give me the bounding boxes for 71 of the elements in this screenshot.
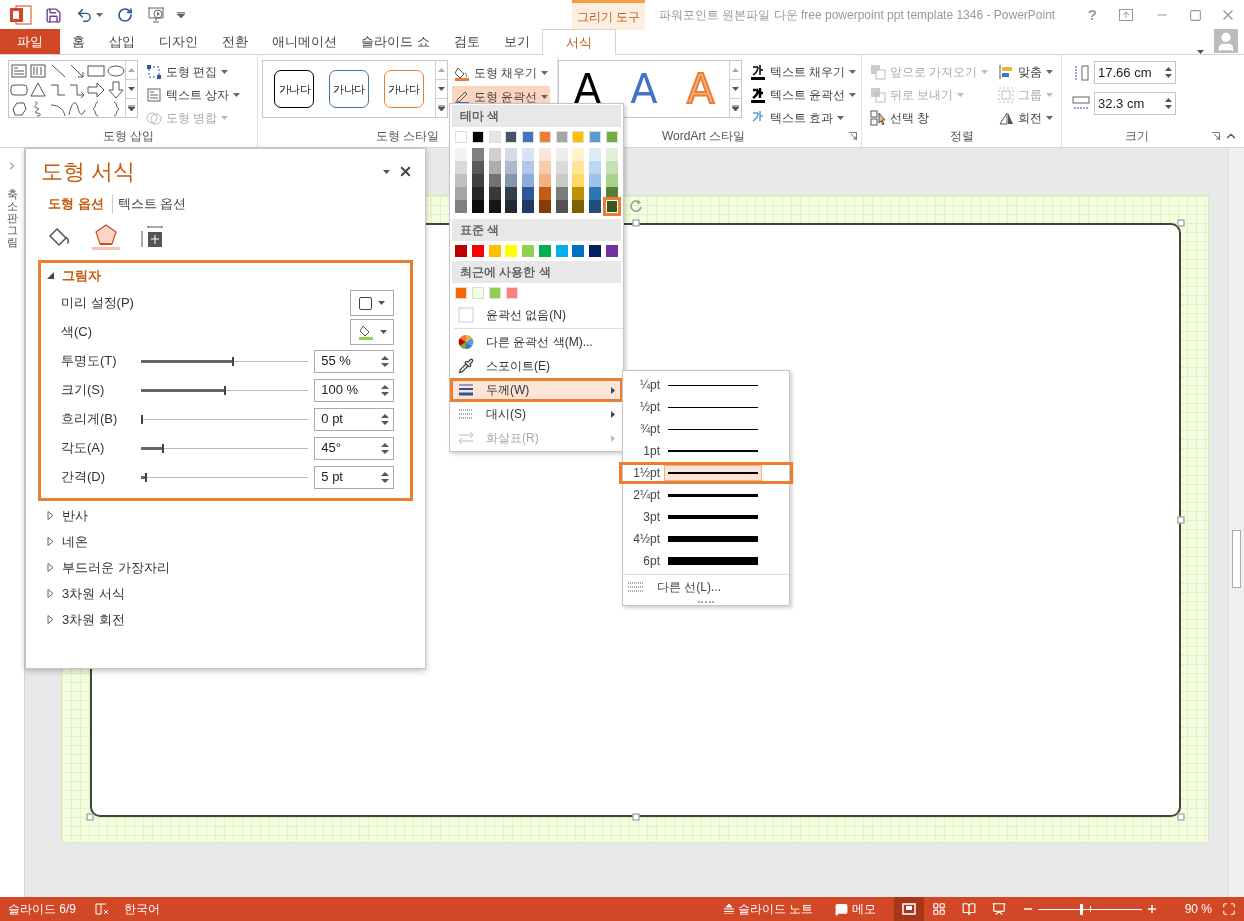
field-label: 색(C): [61, 324, 93, 340]
section-header[interactable]: 3차원 회전: [38, 606, 413, 633]
ribbon-command[interactable]: 선택 창: [870, 108, 989, 127]
zoom-level[interactable]: 90 %: [1178, 900, 1212, 918]
contextual-tab-header: 그리기 도구: [572, 0, 645, 30]
ribbon-tab[interactable]: 검토: [441, 29, 492, 54]
option-tab[interactable]: 도형 옵션: [46, 194, 106, 214]
ribbon-tab[interactable]: 전환: [210, 29, 260, 54]
comments-button[interactable]: 메모: [831, 900, 880, 918]
weight-option[interactable]: 1½pt: [619, 462, 793, 484]
size-field[interactable]: 32.3 cm: [1094, 92, 1176, 115]
menu-section-header: 최근에 사용한 색: [452, 261, 621, 283]
ribbon-tab[interactable]: 파일: [0, 29, 60, 54]
notes-button[interactable]: 슬라이드 노트: [719, 900, 817, 918]
option-tab[interactable]: 텍스트 옵션: [111, 194, 189, 214]
ribbon-command[interactable]: 맞춤: [998, 62, 1054, 81]
shape-style-preset[interactable]: 가나다: [383, 70, 424, 108]
spin-field[interactable]: 0 pt: [314, 407, 394, 431]
spin-field[interactable]: 45°: [314, 436, 394, 460]
menu-item[interactable]: 다른 선(L)...: [623, 575, 789, 599]
ribbon-tab[interactable]: 서식: [541, 29, 616, 55]
spin-field[interactable]: 100 %: [314, 378, 394, 402]
size-field[interactable]: 17.66 cm: [1094, 61, 1176, 84]
ribbon-command[interactable]: 텍스트 상자: [146, 85, 241, 104]
menu-section-header: 표준 색: [452, 219, 621, 241]
spin-field[interactable]: 5 pt: [314, 465, 394, 489]
field-label: 간격(D): [61, 469, 106, 485]
ribbon-command[interactable]: 도형 채우기: [452, 62, 551, 83]
menu-item[interactable]: 다른 윤곽선 색(M)...: [450, 330, 623, 354]
weight-option[interactable]: 3pt: [619, 506, 793, 528]
thumbnail-strip-label: 축소판 그림: [6, 188, 18, 249]
ribbon-tab[interactable]: 애니메이션: [260, 29, 349, 54]
group-label: 도형 스타일: [375, 129, 440, 143]
ribbon-command[interactable]: 텍스트 효과: [750, 108, 857, 127]
weight-option[interactable]: 4½pt: [619, 528, 793, 550]
field-label: 크기(S): [61, 382, 105, 398]
wordart-preset[interactable]: A: [630, 69, 658, 109]
ribbon-tab[interactable]: 슬라이드 쇼: [349, 29, 442, 54]
ribbon-command[interactable]: 텍스트 채우기: [750, 62, 857, 81]
weight-option[interactable]: 6pt: [619, 550, 793, 572]
section-header[interactable]: 3차원 서식: [38, 580, 413, 607]
weight-option[interactable]: 2¼pt: [619, 484, 793, 506]
field-label: 미리 설정(P): [61, 295, 134, 311]
language-indicator[interactable]: 한국어: [124, 900, 160, 918]
ribbon-tab[interactable]: 홈: [60, 29, 97, 54]
group-label: 크기: [1125, 129, 1149, 143]
ribbon-tab[interactable]: 디자인: [147, 29, 210, 54]
group-label: WordArt 스타일: [661, 129, 746, 143]
pane-title: 도형 서식: [41, 158, 137, 186]
shape-style-preset[interactable]: 가나다: [274, 70, 315, 108]
shape-style-preset[interactable]: 가나다: [329, 70, 369, 108]
ribbon-tab[interactable]: 삽입: [97, 29, 147, 54]
field-label: 투명도(T): [61, 353, 117, 369]
group-label: 도형 삽입: [102, 129, 155, 143]
window-title: 파워포인트 원본파일 다운 free powerpoint ppt template 1346 - PowerPoint: [659, 7, 1056, 24]
slide-counter: 슬라이드 6/9: [8, 901, 76, 918]
section-header[interactable]: 그림자: [41, 262, 410, 289]
ribbon-command[interactable]: 텍스트 윤곽선: [750, 85, 857, 104]
menu-item[interactable]: 윤곽선 없음(N): [450, 303, 623, 327]
field-label: 각도(A): [61, 440, 105, 456]
menu-item[interactable]: 두께(W): [450, 378, 623, 402]
ribbon-command[interactable]: 도형 편집: [146, 62, 241, 81]
ribbon-tab[interactable]: 보기: [491, 29, 542, 54]
section-header[interactable]: 반사: [38, 502, 413, 529]
ribbon-command[interactable]: 회전: [998, 108, 1054, 127]
menu-section-header: 테마 색: [452, 105, 621, 127]
group-label: 정렬: [949, 129, 974, 143]
field-label: 흐리게(B): [61, 411, 118, 427]
section-header[interactable]: 네온: [38, 528, 413, 555]
section-header[interactable]: 부드러운 가장자리: [38, 554, 413, 581]
spin-field[interactable]: 55 %: [314, 349, 394, 373]
